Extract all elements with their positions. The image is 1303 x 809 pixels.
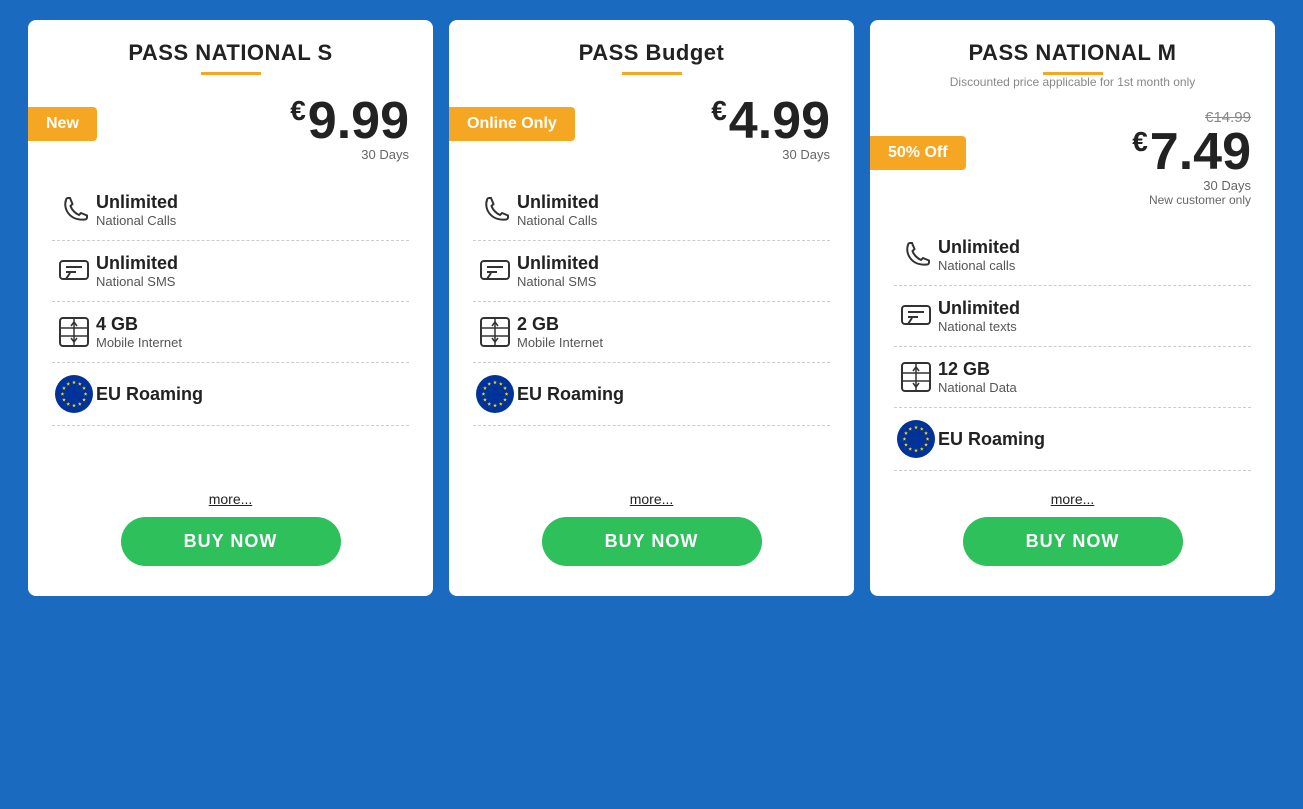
- feature-text: Unlimited National Calls: [96, 192, 409, 228]
- card-title: PASS Budget: [469, 40, 834, 66]
- price-main: €4.99: [711, 95, 830, 147]
- feature-sub: National Calls: [96, 213, 409, 228]
- feature-text: Unlimited National texts: [938, 298, 1251, 334]
- feature-item: EU Roaming: [52, 363, 409, 426]
- more-link[interactable]: more...: [1051, 491, 1095, 507]
- phone-icon: [52, 192, 96, 228]
- data-icon: [52, 314, 96, 350]
- card-header: PASS NATIONAL M Discounted price applica…: [870, 20, 1275, 99]
- feature-item: 4 GB Mobile Internet: [52, 302, 409, 363]
- data-icon: [473, 314, 517, 350]
- card-pass-national-s: PASS NATIONAL S New €9.99 30 Days Unlimi…: [28, 20, 433, 596]
- feature-text: 12 GB National Data: [938, 359, 1251, 395]
- feature-sub: National calls: [938, 258, 1251, 273]
- card-footer: more... BUY NOW: [449, 471, 854, 576]
- card-footer: more... BUY NOW: [28, 471, 433, 576]
- feature-bold: EU Roaming: [938, 429, 1251, 450]
- sms-icon: [52, 253, 96, 289]
- more-link[interactable]: more...: [209, 491, 253, 507]
- badge: New: [28, 107, 97, 141]
- price-area: 50% Off €14.99 €7.49 30 Days New custome…: [870, 99, 1275, 207]
- feature-item: 12 GB National Data: [894, 347, 1251, 408]
- feature-bold: Unlimited: [96, 192, 409, 213]
- price-note: New customer only: [894, 193, 1251, 207]
- feature-text: Unlimited National SMS: [96, 253, 409, 289]
- feature-sub: Mobile Internet: [96, 335, 409, 350]
- header-underline: [622, 72, 682, 75]
- feature-bold: Unlimited: [938, 237, 1251, 258]
- feature-item: Unlimited National calls: [894, 225, 1251, 286]
- card-header: PASS NATIONAL S: [28, 20, 433, 85]
- more-link[interactable]: more...: [630, 491, 674, 507]
- price-main: €9.99: [290, 95, 409, 147]
- price-main: €7.49: [1132, 126, 1251, 178]
- feature-text: EU Roaming: [938, 429, 1251, 450]
- feature-item: Unlimited National texts: [894, 286, 1251, 347]
- badge: 50% Off: [870, 136, 966, 170]
- eu-icon: [473, 375, 517, 413]
- phone-icon: [473, 192, 517, 228]
- feature-item: Unlimited National Calls: [52, 180, 409, 241]
- price-area: Online Only €4.99 30 Days: [449, 85, 854, 162]
- feature-bold: 2 GB: [517, 314, 830, 335]
- card-title: PASS NATIONAL M: [890, 40, 1255, 66]
- feature-sub: National SMS: [517, 274, 830, 289]
- buy-now-button[interactable]: BUY NOW: [542, 517, 762, 566]
- feature-text: Unlimited National Calls: [517, 192, 830, 228]
- features-list: Unlimited National Calls Unlimited Natio…: [449, 162, 854, 471]
- eu-icon: [52, 375, 96, 413]
- feature-text: 2 GB Mobile Internet: [517, 314, 830, 350]
- feature-text: Unlimited National SMS: [517, 253, 830, 289]
- feature-bold: 12 GB: [938, 359, 1251, 380]
- feature-bold: Unlimited: [938, 298, 1251, 319]
- header-underline: [201, 72, 261, 75]
- eu-flag-icon: [55, 375, 93, 413]
- feature-sub: National Data: [938, 380, 1251, 395]
- phone-icon: [894, 237, 938, 273]
- features-list: Unlimited National calls Unlimited Natio…: [870, 207, 1275, 471]
- eu-flag-icon: [476, 375, 514, 413]
- feature-item: Unlimited National SMS: [52, 241, 409, 302]
- feature-sub: Mobile Internet: [517, 335, 830, 350]
- eu-icon: [894, 420, 938, 458]
- badge: Online Only: [449, 107, 575, 141]
- feature-text: Unlimited National calls: [938, 237, 1251, 273]
- feature-item: 2 GB Mobile Internet: [473, 302, 830, 363]
- cards-container: PASS NATIONAL S New €9.99 30 Days Unlimi…: [10, 10, 1293, 606]
- buy-now-button[interactable]: BUY NOW: [121, 517, 341, 566]
- feature-sub: National SMS: [96, 274, 409, 289]
- feature-bold: Unlimited: [96, 253, 409, 274]
- feature-bold: 4 GB: [96, 314, 409, 335]
- card-header: PASS Budget: [449, 20, 854, 85]
- sms-icon: [473, 253, 517, 289]
- feature-sub: National Calls: [517, 213, 830, 228]
- feature-bold: Unlimited: [517, 192, 830, 213]
- card-footer: more... BUY NOW: [870, 471, 1275, 576]
- feature-bold: EU Roaming: [517, 384, 830, 405]
- sms-icon: [894, 298, 938, 334]
- feature-item: Unlimited National Calls: [473, 180, 830, 241]
- card-pass-national-m: PASS NATIONAL M Discounted price applica…: [870, 20, 1275, 596]
- card-pass-budget: PASS Budget Online Only €4.99 30 Days Un…: [449, 20, 854, 596]
- feature-bold: EU Roaming: [96, 384, 409, 405]
- feature-text: EU Roaming: [517, 384, 830, 405]
- feature-text: EU Roaming: [96, 384, 409, 405]
- currency-symbol: €: [1132, 126, 1148, 157]
- feature-sub: National texts: [938, 319, 1251, 334]
- feature-text: 4 GB Mobile Internet: [96, 314, 409, 350]
- eu-flag-icon: [897, 420, 935, 458]
- card-subtitle: Discounted price applicable for 1st mont…: [890, 75, 1255, 89]
- buy-now-button[interactable]: BUY NOW: [963, 517, 1183, 566]
- feature-bold: Unlimited: [517, 253, 830, 274]
- price-area: New €9.99 30 Days: [28, 85, 433, 162]
- feature-item: EU Roaming: [473, 363, 830, 426]
- feature-item: EU Roaming: [894, 408, 1251, 471]
- data-icon: [894, 359, 938, 395]
- card-title: PASS NATIONAL S: [48, 40, 413, 66]
- currency-symbol: €: [290, 95, 306, 126]
- features-list: Unlimited National Calls Unlimited Natio…: [28, 162, 433, 471]
- currency-symbol: €: [711, 95, 727, 126]
- feature-item: Unlimited National SMS: [473, 241, 830, 302]
